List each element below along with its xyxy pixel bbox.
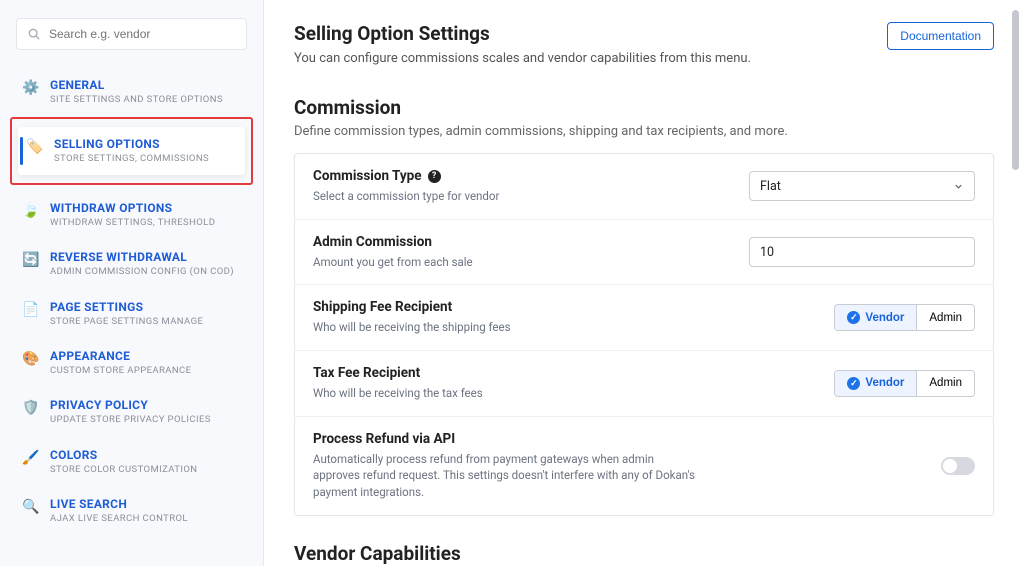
- sidebar-item-sublabel: STORE COLOR CUSTOMIZATION: [50, 464, 197, 475]
- sidebar-item-sublabel: UPDATE STORE PRIVACY POLICIES: [50, 414, 211, 425]
- sidebar-item-privacy-policy[interactable]: 🛡️ PRIVACY POLICY UPDATE STORE PRIVACY P…: [14, 388, 249, 435]
- help-icon[interactable]: ?: [428, 170, 441, 183]
- search-input[interactable]: [49, 27, 236, 41]
- commission-type-select[interactable]: Flat: [749, 171, 975, 201]
- row-desc: Who will be receiving the shipping fees: [313, 319, 511, 336]
- row-title: Tax Fee Recipient: [313, 365, 483, 381]
- sidebar-item-reverse-withdrawal[interactable]: 🔄 REVERSE WITHDRAWAL ADMIN COMMISSION CO…: [14, 240, 249, 287]
- row-shipping-recipient: Shipping Fee Recipient Who will be recei…: [295, 285, 993, 351]
- sidebar-item-appearance[interactable]: 🎨 APPEARANCE CUSTOM STORE APPEARANCE: [14, 339, 249, 386]
- row-desc: Who will be receiving the tax fees: [313, 385, 483, 402]
- palette-icon: 🖌️: [22, 449, 40, 467]
- seg-label: Vendor: [865, 312, 904, 324]
- seg-label: Admin: [929, 312, 962, 324]
- sidebar-item-live-search[interactable]: 🔍 LIVE SEARCH AJAX LIVE SEARCH CONTROL: [14, 487, 249, 534]
- sidebar-item-general[interactable]: ⚙️ GENERAL SITE SETTINGS AND STORE OPTIO…: [14, 68, 249, 115]
- vendor-capabilities-title: Vendor Capabilities: [294, 542, 994, 565]
- page-icon: 📄: [22, 301, 40, 319]
- sidebar-item-label: PAGE SETTINGS: [50, 300, 203, 314]
- sidebar-highlight: 🏷️ SELLING OPTIONS STORE SETTINGS, COMMI…: [10, 117, 253, 184]
- magnifier-icon: 🔍: [22, 498, 40, 516]
- leaf-icon: 🍃: [22, 202, 40, 220]
- commission-panel: Commission Type ? Select a commission ty…: [294, 153, 994, 516]
- tax-admin-button[interactable]: Admin: [916, 371, 974, 396]
- row-desc: Select a commission type for vendor: [313, 188, 499, 205]
- sidebar-item-sublabel: WITHDRAW SETTINGS, THRESHOLD: [50, 217, 215, 228]
- row-title: Shipping Fee Recipient: [313, 299, 511, 315]
- row-commission-type: Commission Type ? Select a commission ty…: [295, 154, 993, 220]
- check-icon: [847, 377, 860, 390]
- main-content: Selling Option Settings You can configur…: [264, 0, 1024, 566]
- sidebar-item-label: LIVE SEARCH: [50, 497, 188, 511]
- sidebar-item-colors[interactable]: 🖌️ COLORS STORE COLOR CUSTOMIZATION: [14, 438, 249, 485]
- sidebar-item-sublabel: SITE SETTINGS AND STORE OPTIONS: [50, 94, 223, 105]
- sidebar-item-label: PRIVACY POLICY: [50, 398, 211, 412]
- search-box[interactable]: [16, 18, 247, 50]
- row-process-refund: Process Refund via API Automatically pro…: [295, 417, 993, 515]
- shipping-recipient-segmented: Vendor Admin: [834, 304, 975, 331]
- page-title: Selling Option Settings: [294, 22, 751, 45]
- sidebar-item-label: WITHDRAW OPTIONS: [50, 201, 215, 215]
- commission-section-desc: Define commission types, admin commissio…: [294, 124, 994, 139]
- sidebar-item-selling-options[interactable]: 🏷️ SELLING OPTIONS STORE SETTINGS, COMMI…: [18, 127, 245, 174]
- process-refund-toggle[interactable]: [941, 457, 975, 475]
- tax-vendor-button[interactable]: Vendor: [835, 371, 916, 396]
- shipping-vendor-button[interactable]: Vendor: [835, 305, 916, 330]
- tax-recipient-segmented: Vendor Admin: [834, 370, 975, 397]
- chevron-down-icon: [953, 181, 964, 192]
- sidebar-item-label: SELLING OPTIONS: [54, 137, 209, 151]
- commission-section-title: Commission: [294, 96, 994, 119]
- row-desc: Automatically process refund from paymen…: [313, 451, 703, 501]
- sidebar-item-label: COLORS: [50, 448, 197, 462]
- row-title: Process Refund via API: [313, 431, 703, 447]
- appearance-icon: 🎨: [22, 350, 40, 368]
- shipping-admin-button[interactable]: Admin: [916, 305, 974, 330]
- check-icon: [847, 311, 860, 324]
- sidebar-item-sublabel: STORE SETTINGS, COMMISSIONS: [54, 153, 209, 164]
- documentation-button[interactable]: Documentation: [887, 22, 994, 50]
- sidebar-item-label: REVERSE WITHDRAWAL: [50, 250, 234, 264]
- gear-icon: ⚙️: [22, 79, 40, 97]
- input-value: 10: [760, 245, 774, 260]
- reverse-icon: 🔄: [22, 251, 40, 269]
- sidebar-item-page-settings[interactable]: 📄 PAGE SETTINGS STORE PAGE SETTINGS MANA…: [14, 290, 249, 337]
- admin-commission-input[interactable]: 10: [749, 237, 975, 267]
- sidebar-item-label: APPEARANCE: [50, 349, 191, 363]
- select-value: Flat: [760, 179, 781, 194]
- sidebar-item-withdraw-options[interactable]: 🍃 WITHDRAW OPTIONS WITHDRAW SETTINGS, TH…: [14, 191, 249, 238]
- tag-icon: 🏷️: [26, 138, 44, 156]
- seg-label: Admin: [929, 377, 962, 389]
- sidebar-item-sublabel: CUSTOM STORE APPEARANCE: [50, 365, 191, 376]
- sidebar-item-sublabel: ADMIN COMMISSION CONFIG (ON COD): [50, 266, 234, 277]
- shield-icon: 🛡️: [22, 399, 40, 417]
- row-title-text: Commission Type: [313, 168, 422, 184]
- sidebar-item-label: GENERAL: [50, 78, 223, 92]
- seg-label: Vendor: [865, 377, 904, 389]
- row-desc: Amount you get from each sale: [313, 254, 473, 271]
- row-title: Commission Type ?: [313, 168, 499, 184]
- row-title: Admin Commission: [313, 234, 473, 250]
- sidebar-item-sublabel: AJAX LIVE SEARCH CONTROL: [50, 513, 188, 524]
- sidebar: ⚙️ GENERAL SITE SETTINGS AND STORE OPTIO…: [0, 0, 264, 566]
- scrollbar[interactable]: [1011, 0, 1021, 566]
- row-tax-recipient: Tax Fee Recipient Who will be receiving …: [295, 351, 993, 417]
- page-desc: You can configure commissions scales and…: [294, 51, 751, 66]
- sidebar-item-sublabel: STORE PAGE SETTINGS MANAGE: [50, 316, 203, 327]
- row-admin-commission: Admin Commission Amount you get from eac…: [295, 220, 993, 286]
- search-icon: [27, 27, 41, 41]
